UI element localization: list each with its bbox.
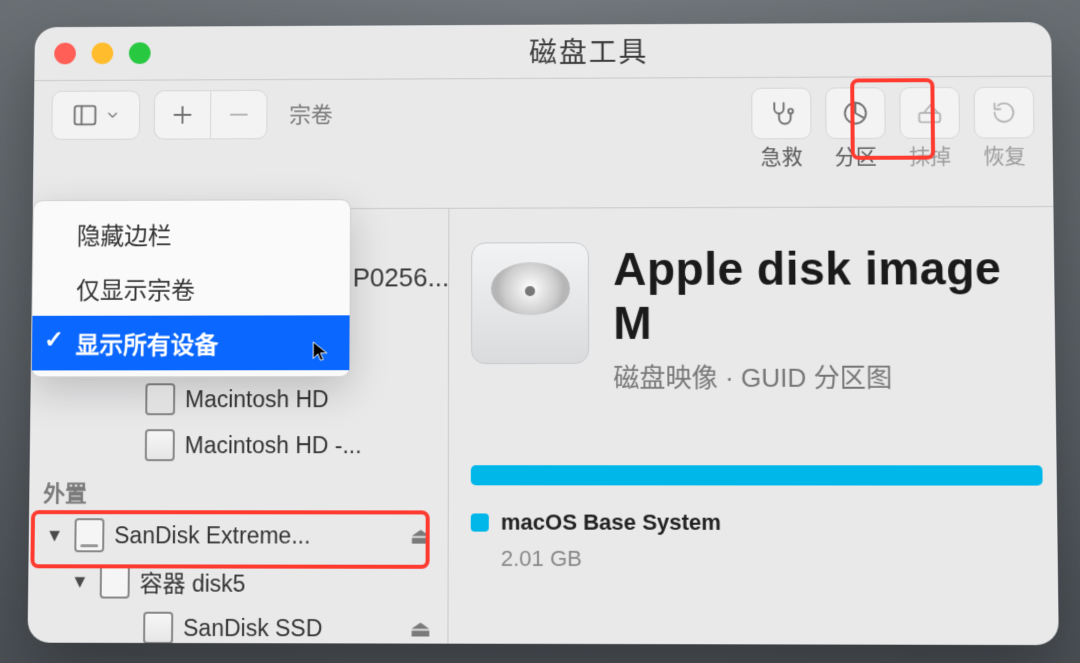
- volume-group-label: 宗卷: [281, 89, 341, 137]
- tree-item-label: 容器 disk5: [140, 564, 246, 598]
- minus-icon: [225, 100, 253, 128]
- capacity-legend: macOS Base System: [471, 509, 1043, 536]
- erase-icon: [915, 98, 943, 126]
- remove-volume-button[interactable]: [210, 89, 268, 138]
- detail-subtitle: 磁盘映像 · GUID 分区图: [613, 357, 1041, 395]
- minimize-button[interactable]: [91, 42, 113, 64]
- partition-label: 分区: [835, 140, 877, 170]
- detail-title: Apple disk image M: [613, 241, 1041, 350]
- restore-action[interactable]: 恢复: [974, 86, 1035, 170]
- piechart-icon: [841, 99, 869, 127]
- capacity-bar: [471, 465, 1043, 485]
- plus-icon: [169, 101, 197, 129]
- volume-icon: [145, 383, 175, 415]
- first-aid-label: 急救: [761, 141, 803, 171]
- eject-icon[interactable]: ⏏: [410, 521, 432, 548]
- tree-item-macintosh-hd[interactable]: Macintosh HD: [109, 376, 438, 422]
- tree-item-macintosh-hd-data[interactable]: Macintosh HD -...: [109, 422, 438, 468]
- legend-volume-size: 2.01 GB: [471, 545, 1044, 572]
- sidebar-view-toggle[interactable]: [51, 90, 140, 140]
- erase-label: 抹掉: [909, 140, 951, 170]
- tree-item-sandisk-extreme[interactable]: ▼ SanDisk Extreme... ⏏: [38, 512, 437, 559]
- menu-item-show-all-devices[interactable]: ✓ 显示所有设备: [32, 315, 350, 370]
- window-controls: [54, 42, 151, 64]
- titlebar: 磁盘工具: [34, 22, 1052, 81]
- eject-icon[interactable]: ⏏: [410, 614, 432, 641]
- container-icon: [100, 564, 130, 598]
- add-volume-button[interactable]: [154, 90, 211, 139]
- volume-icon: [145, 429, 175, 461]
- legend-volume-name: macOS Base System: [501, 509, 721, 535]
- disk-image-icon: [471, 242, 589, 364]
- detail-pane: Apple disk image M 磁盘映像 · GUID 分区图 macOS…: [448, 207, 1058, 645]
- restore-icon: [990, 98, 1018, 126]
- tree-item-label: Macintosh HD -...: [185, 431, 362, 458]
- tree-item-container-disk5[interactable]: ▼ 容器 disk5: [64, 558, 438, 605]
- tree-item-sandisk-ssd[interactable]: SanDisk SSD ⏏: [107, 604, 437, 645]
- sidebar-icon: [71, 101, 99, 129]
- volume-add-remove-group: [154, 89, 268, 139]
- stethoscope-icon: [767, 99, 795, 127]
- section-header-external: 外置: [35, 468, 438, 512]
- partition-action[interactable]: 分区: [825, 87, 886, 171]
- window-body: 隐藏边栏 仅显示宗卷 ✓ 显示所有设备 P0256... ▼ 容器 disk2: [28, 207, 1059, 645]
- window-title: 磁盘工具: [150, 29, 1031, 73]
- tree-item-label: SanDisk Extreme...: [114, 521, 310, 548]
- tree-item-label: Macintosh HD: [185, 385, 329, 412]
- volume-icon: [143, 611, 173, 643]
- view-menu: 隐藏边栏 仅显示宗卷 ✓ 显示所有设备: [31, 199, 351, 377]
- tree-item-label: SanDisk SSD: [183, 614, 322, 642]
- cursor-icon: [310, 338, 332, 364]
- chevron-down-icon: [105, 107, 121, 123]
- menu-item-hide-sidebar[interactable]: 隐藏边栏: [33, 206, 350, 261]
- detail-header: Apple disk image M 磁盘映像 · GUID 分区图: [471, 241, 1042, 395]
- internal-device-name-fragment: P0256...: [353, 262, 449, 293]
- checkmark-icon: ✓: [44, 325, 64, 354]
- external-drive-icon: [74, 518, 104, 552]
- restore-label: 恢复: [983, 140, 1026, 170]
- disclosure-triangle-icon[interactable]: ▼: [70, 570, 90, 591]
- erase-action[interactable]: 抹掉: [899, 86, 960, 170]
- first-aid-action[interactable]: 急救: [751, 87, 812, 171]
- sidebar: 隐藏边栏 仅显示宗卷 ✓ 显示所有设备 P0256... ▼ 容器 disk2: [28, 208, 450, 644]
- zoom-button[interactable]: [129, 42, 151, 64]
- close-button[interactable]: [54, 42, 76, 64]
- menu-item-label: 显示所有设备: [75, 332, 218, 359]
- disclosure-triangle-icon[interactable]: ▼: [45, 524, 65, 545]
- disk-utility-window: 磁盘工具 宗卷 急救 分区 抹掉: [28, 22, 1059, 645]
- toolbar: 宗卷 急救 分区 抹掉 恢复: [33, 76, 1054, 209]
- menu-item-show-volumes-only[interactable]: 仅显示宗卷: [32, 260, 349, 315]
- legend-swatch: [471, 513, 489, 531]
